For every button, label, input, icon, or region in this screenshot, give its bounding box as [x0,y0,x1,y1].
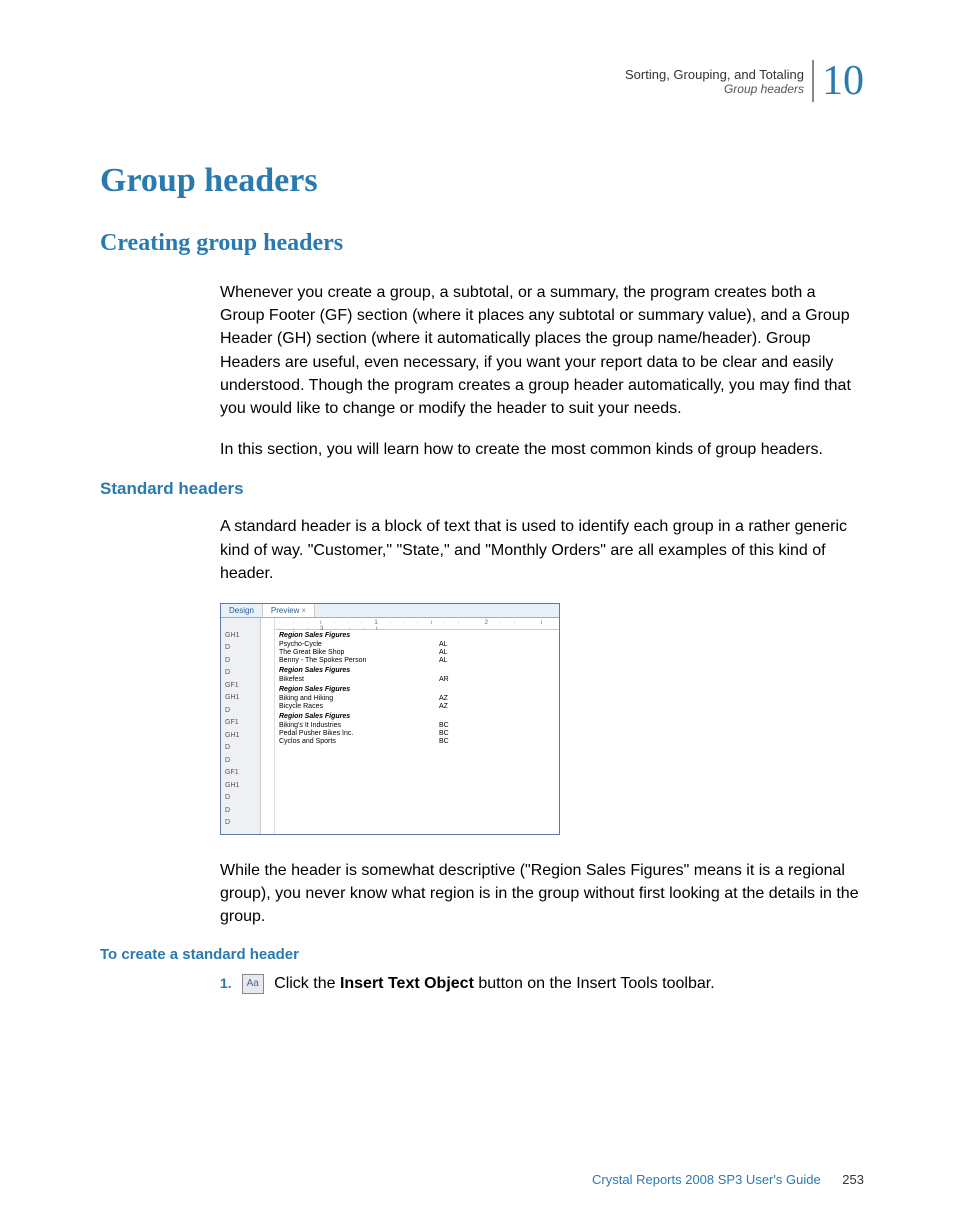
region-code: AL [439,641,469,648]
gutter-label: D [225,655,256,668]
customer-name: Bikefest [279,676,439,683]
gutter-label: D [225,792,256,805]
paragraph-1: Whenever you create a group, a subtotal,… [220,281,864,420]
customer-name: The Great Bike Shop [279,649,439,656]
heading-3: Standard headers [100,479,864,499]
heading-1: Group headers [100,162,864,200]
detail-row: Biking and HikingAZ [275,695,559,703]
paragraph-3: A standard header is a block of text tha… [220,515,864,585]
gutter-label: D [225,755,256,768]
customer-name: Psycho-Cycle [279,641,439,648]
gutter-label: GF1 [225,717,256,730]
screenshot-tabs: Design Preview× [221,604,559,618]
header-section: Group headers [625,82,804,96]
breadcrumb: Sorting, Grouping, and Totaling [625,67,804,82]
gutter-label: D [225,817,256,830]
group-title: Region Sales Figures [279,667,439,674]
report-preview-screenshot: Design Preview× GH1 D D D GF1 GH1 D GF1 … [220,603,560,835]
gutter-label: GH1 [225,692,256,705]
gutter-label: D [225,742,256,755]
detail-row: Bicycle RacesAZ [275,703,559,711]
group-title: Region Sales Figures [279,632,439,639]
gutter-label: GH1 [225,730,256,743]
detail-row: Pedal Pusher Bikes Inc.BC [275,730,559,738]
region-code: BC [439,722,469,729]
group-header-row: Region Sales Figures [275,632,559,640]
report-content: · · · ı · · · 1 · · · ı · · · 2 · · · ı … [275,618,559,834]
detail-row: Benny - The Spokes PersonAL [275,657,559,665]
page-number: 253 [842,1172,864,1187]
step-bold: Insert Text Object [340,975,474,992]
step-number: 1. [220,975,232,991]
gutter-label: GF1 [225,767,256,780]
page-footer: Crystal Reports 2008 SP3 User's Guide 25… [592,1172,864,1187]
detail-row: The Great Bike ShopAL [275,649,559,657]
detail-row: Biking's It IndustriesBC [275,722,559,730]
vertical-ruler [261,618,275,834]
chapter-number: 10 [812,60,864,102]
book-title: Crystal Reports 2008 SP3 User's Guide [592,1172,821,1187]
horizontal-ruler: · · · ı · · · 1 · · · ı · · · 2 · · · ı … [275,620,559,630]
procedure-heading: To create a standard header [100,946,864,963]
region-code: BC [439,738,469,745]
region-code: AR [439,676,469,683]
paragraph-2: In this section, you will learn how to c… [220,438,864,461]
customer-name: Pedal Pusher Bikes Inc. [279,730,439,737]
paragraph-4: While the header is somewhat descriptive… [220,859,864,929]
gutter-label: GH1 [225,780,256,793]
gutter-label: GF1 [225,680,256,693]
text-object-icon: Aa [242,974,264,994]
step-pre: Click the [270,975,340,992]
page-header: Sorting, Grouping, and Totaling Group he… [100,60,864,102]
gutter-label: D [225,667,256,680]
tab-design: Design [221,604,263,617]
gutter-label: D [225,805,256,818]
group-header-row: Region Sales Figures [275,713,559,721]
group-title: Region Sales Figures [279,686,439,693]
customer-name: Bicycle Races [279,703,439,710]
region-code: AL [439,649,469,656]
section-gutter: GH1 D D D GF1 GH1 D GF1 GH1 D D GF1 GH1 … [221,618,261,834]
header-text: Sorting, Grouping, and Totaling Group he… [625,67,804,96]
heading-2: Creating group headers [100,230,864,257]
group-header-row: Region Sales Figures [275,686,559,694]
region-code: BC [439,730,469,737]
close-icon: × [301,606,306,615]
group-header-row: Region Sales Figures [275,667,559,675]
gutter-label: D [225,705,256,718]
customer-name: Biking's It Industries [279,722,439,729]
detail-row: Cyclos and SportsBC [275,738,559,746]
region-code: AZ [439,703,469,710]
customer-name: Benny - The Spokes Person [279,657,439,664]
tab-preview: Preview× [263,604,315,617]
region-code: AL [439,657,469,664]
tab-preview-label: Preview [271,606,299,615]
detail-row: Psycho-CycleAL [275,641,559,649]
step-text: Aa Click the Insert Text Object button o… [242,973,715,995]
group-title: Region Sales Figures [279,713,439,720]
step-post: button on the Insert Tools toolbar. [474,975,715,992]
region-code: AZ [439,695,469,702]
gutter-label: GH1 [225,630,256,643]
customer-name: Biking and Hiking [279,695,439,702]
step-1: 1. Aa Click the Insert Text Object butto… [220,973,864,995]
gutter-label: D [225,642,256,655]
detail-row: BikefestAR [275,676,559,684]
customer-name: Cyclos and Sports [279,738,439,745]
